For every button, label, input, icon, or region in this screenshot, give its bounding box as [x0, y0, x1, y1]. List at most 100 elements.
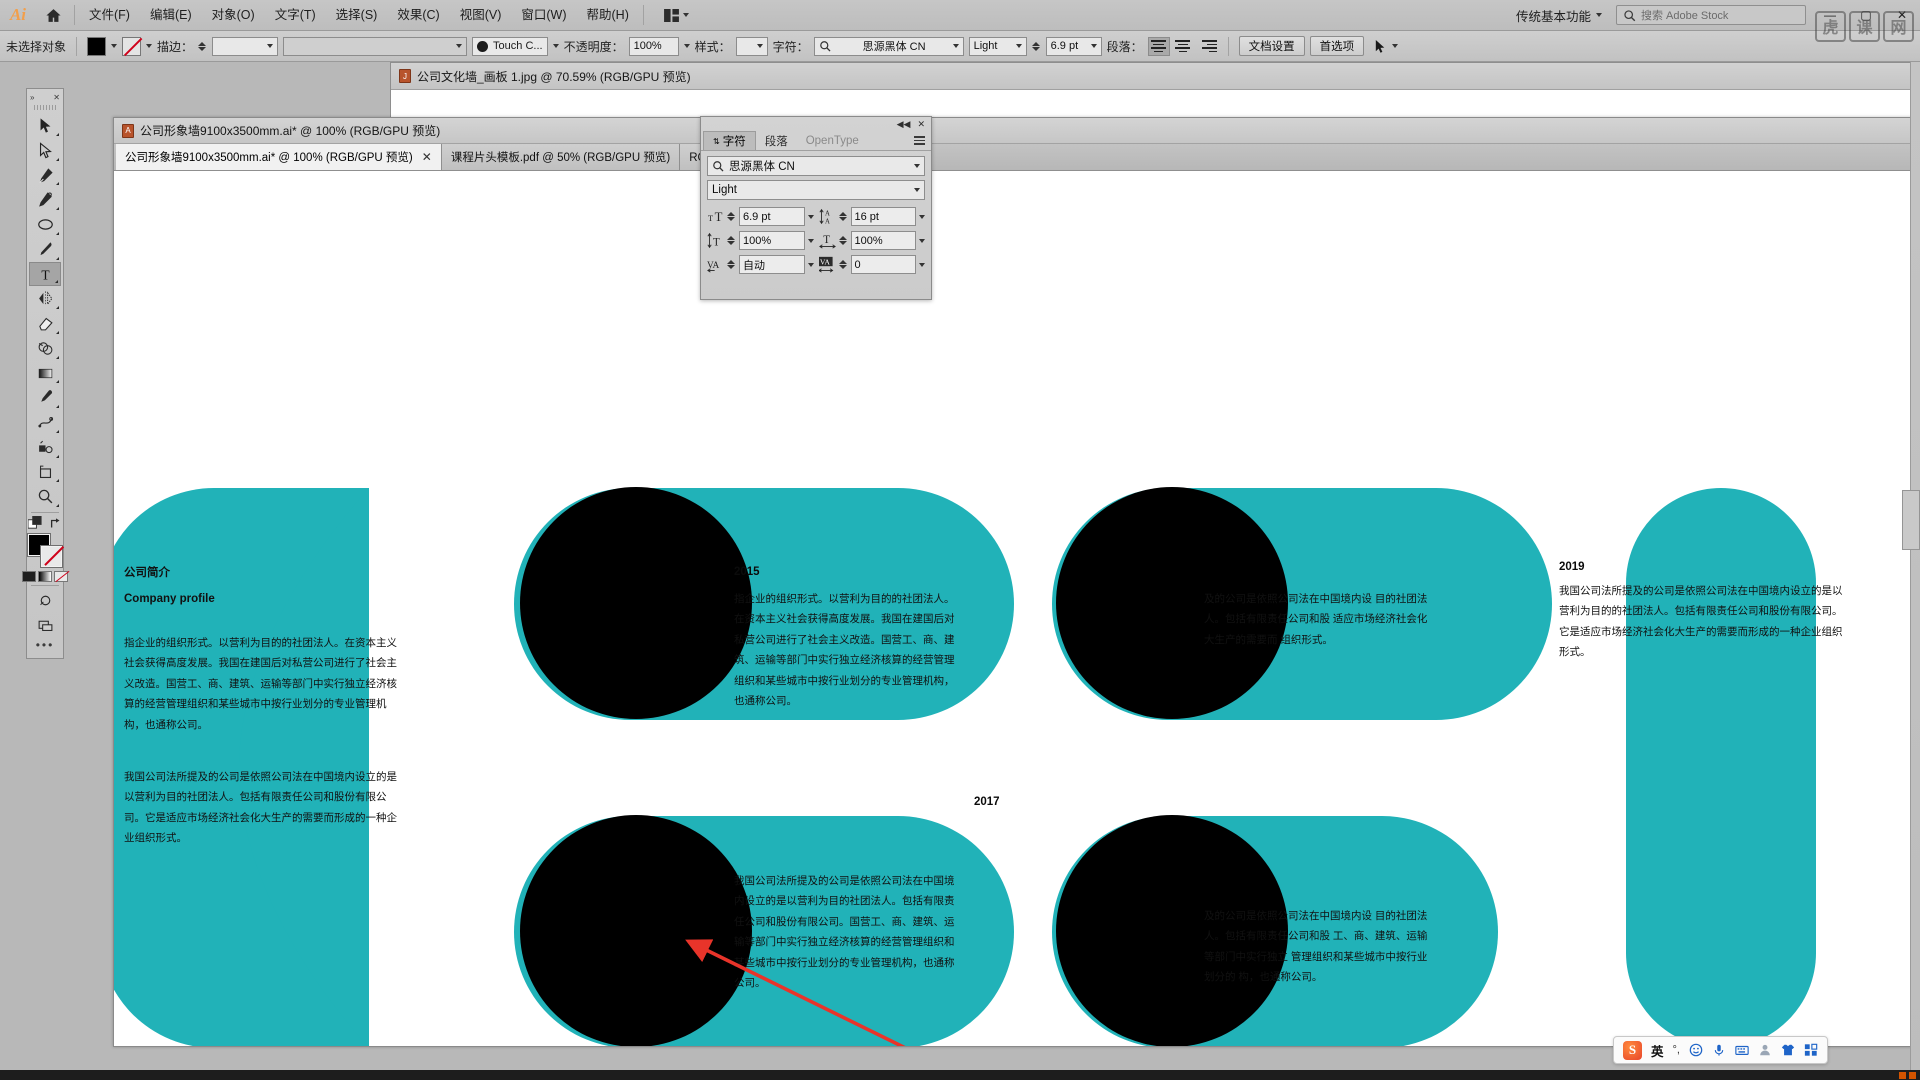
panel-grip[interactable] [34, 105, 56, 111]
chevron-down-icon[interactable] [919, 238, 925, 243]
ime-mode-toggle[interactable]: 英 [1651, 1041, 1664, 1060]
font-size-field[interactable]: 6.9 pt [1045, 36, 1102, 56]
opacity-field[interactable]: 100% [628, 36, 679, 56]
type-tool[interactable]: T [29, 261, 61, 287]
company-profile-paragraph-1[interactable]: 指企业的组织形式。以营利为目的的社团法人。在资本主义社会获得高度发展。我国在建国… [124, 633, 406, 735]
canvas-area[interactable]: 公司简介 Company profile 指企业的组织形式。以营利为目的的社团法… [114, 171, 1919, 1046]
leading-value[interactable]: 16 pt [850, 207, 916, 226]
year-label-2019[interactable]: 2019 [1559, 556, 1585, 578]
color-button[interactable] [22, 570, 36, 582]
symbol-sprayer-tool[interactable] [29, 435, 61, 460]
font-size-stepper[interactable] [727, 212, 736, 221]
chevron-down-icon[interactable] [807, 238, 814, 243]
year-label-2017[interactable]: 2017 [974, 791, 1000, 813]
smiley-icon[interactable] [1689, 1043, 1703, 1057]
vertical-scale-group[interactable]: T 100% [707, 231, 814, 250]
horizontal-scale-stepper[interactable] [838, 236, 848, 245]
user-icon[interactable] [1758, 1043, 1772, 1057]
workspace-label[interactable]: 传统基本功能 [1516, 6, 1596, 25]
vertical-scale-value[interactable]: 100% [739, 231, 805, 250]
menu-file[interactable]: 文件(F) [79, 0, 140, 30]
chevron-down-icon[interactable] [146, 44, 153, 48]
curvature-tool[interactable] [29, 187, 61, 212]
year-label-2015[interactable]: 2015 [734, 561, 760, 583]
ellipse-tool[interactable] [29, 212, 61, 237]
blend-tool[interactable] [29, 410, 61, 435]
font-style-dropdown[interactable]: Light [968, 36, 1027, 56]
horizontal-scale-value[interactable]: 100% [850, 231, 916, 250]
block-text-2019[interactable]: 我国公司法所提及的公司是依照公司法在中国境内设立的是以营利为目的的社团法人。包括… [1559, 581, 1849, 663]
font-size-stepper[interactable] [1031, 41, 1041, 51]
stroke-weight-stepper[interactable] [198, 41, 207, 51]
kerning-value[interactable]: 自动 [739, 255, 805, 274]
home-icon[interactable] [36, 0, 70, 30]
taskbar-corner-icons[interactable] [1899, 1072, 1916, 1079]
paintbrush-tool[interactable] [29, 237, 61, 262]
kerning-stepper[interactable] [727, 260, 736, 269]
more-tools-button[interactable]: ••• [36, 638, 55, 652]
menu-object[interactable]: 对象(O) [202, 0, 265, 30]
collapse-icon[interactable]: ◀◀ [897, 119, 911, 130]
menu-effect[interactable]: 效果(C) [387, 0, 449, 30]
chevron-down-icon[interactable] [919, 262, 925, 267]
menu-select[interactable]: 选择(S) [326, 0, 388, 30]
skin-icon[interactable] [1781, 1043, 1795, 1057]
stroke-weight-dropdown[interactable] [212, 36, 279, 56]
graphic-style-dropdown[interactable] [735, 36, 768, 56]
punctuation-icon[interactable]: °, [1673, 1044, 1680, 1056]
gradient-tool[interactable] [29, 361, 61, 386]
font-size-value[interactable]: 6.9 pt [739, 207, 805, 226]
menu-window[interactable]: 窗口(W) [511, 0, 576, 30]
gradient-button[interactable] [38, 570, 52, 582]
leading-stepper[interactable] [838, 212, 848, 221]
chevron-down-icon[interactable] [919, 214, 925, 219]
arrange-documents-button[interactable] [656, 0, 697, 30]
variable-width-profile-dropdown[interactable] [283, 36, 468, 56]
chevron-right-icon[interactable] [683, 44, 690, 48]
align-center-button[interactable] [1172, 37, 1194, 56]
none-button[interactable] [54, 570, 68, 582]
reflect-tool[interactable] [29, 286, 61, 311]
chevron-down-icon[interactable] [807, 214, 814, 219]
keyboard-icon[interactable] [1735, 1043, 1749, 1057]
artboard-tool[interactable] [29, 460, 61, 485]
company-profile-paragraph-2[interactable]: 我国公司法所提及的公司是依照公司法在中国境内设立的是以营利为目的社团法人。包括有… [124, 767, 406, 849]
chevron-down-icon[interactable] [111, 44, 118, 48]
block-text-2015[interactable]: 指企业的组织形式。以营利为目的的社团法人。在资本主义社会获得高度发展。我国在建国… [734, 589, 960, 712]
tracking-stepper[interactable] [838, 260, 848, 269]
expand-icon[interactable]: » [30, 93, 34, 102]
menu-type[interactable]: 文字(T) [265, 0, 326, 30]
tab-character[interactable]: ⇅ 字符 [703, 131, 756, 150]
company-profile-heading-cn[interactable]: 公司简介 [124, 562, 170, 584]
swap-fill-stroke-icon[interactable] [49, 517, 63, 531]
right-dock[interactable] [1910, 62, 1920, 1080]
toolbox-icon[interactable] [1804, 1043, 1818, 1057]
shape-builder-tool[interactable] [29, 336, 61, 361]
tab-paragraph[interactable]: 段落 [756, 131, 797, 150]
tab-course-opening-template[interactable]: 课程片头模板.pdf @ 50% (RGB/GPU 预览) [441, 144, 681, 170]
pen-tool[interactable] [29, 163, 61, 188]
close-icon[interactable]: ✕ [917, 119, 925, 130]
menu-view[interactable]: 视图(V) [450, 0, 512, 30]
search-adobe-stock-input[interactable]: 搜索 Adobe Stock [1616, 5, 1806, 25]
chevron-down-icon[interactable] [807, 262, 814, 267]
preferences-button[interactable]: 首选项 [1309, 36, 1365, 56]
sogou-logo-icon[interactable]: S [1623, 1040, 1643, 1060]
menu-help[interactable]: 帮助(H) [577, 0, 639, 30]
font-style-field[interactable]: Light [707, 180, 925, 200]
extra-options-dropdown[interactable] [1373, 39, 1399, 54]
tab-company-image-wall[interactable]: 公司形象墙9100x3500mm.ai* @ 100% (RGB/GPU 预览)… [116, 144, 442, 170]
teal-pill-far-right[interactable] [1626, 488, 1816, 1046]
selection-tool[interactable] [29, 113, 61, 138]
company-profile-heading-en[interactable]: Company profile [124, 588, 215, 610]
chevron-down-icon[interactable] [552, 44, 559, 48]
panel-menu-icon[interactable] [908, 131, 931, 150]
default-fill-stroke-icon[interactable] [27, 516, 43, 531]
chevron-down-icon[interactable] [1596, 13, 1602, 17]
close-icon[interactable]: ✕ [422, 150, 432, 164]
tracking-group[interactable]: VA 0 [818, 255, 925, 274]
vertical-scale-stepper[interactable] [727, 236, 736, 245]
black-circle-2015[interactable] [520, 487, 752, 719]
tab-opentype[interactable]: OpenType [797, 131, 868, 150]
block-text-2017[interactable]: 我国公司法所提及的公司是依照公司法在中国境内设立的是以营利为目的社团法人。包括有… [734, 871, 964, 994]
